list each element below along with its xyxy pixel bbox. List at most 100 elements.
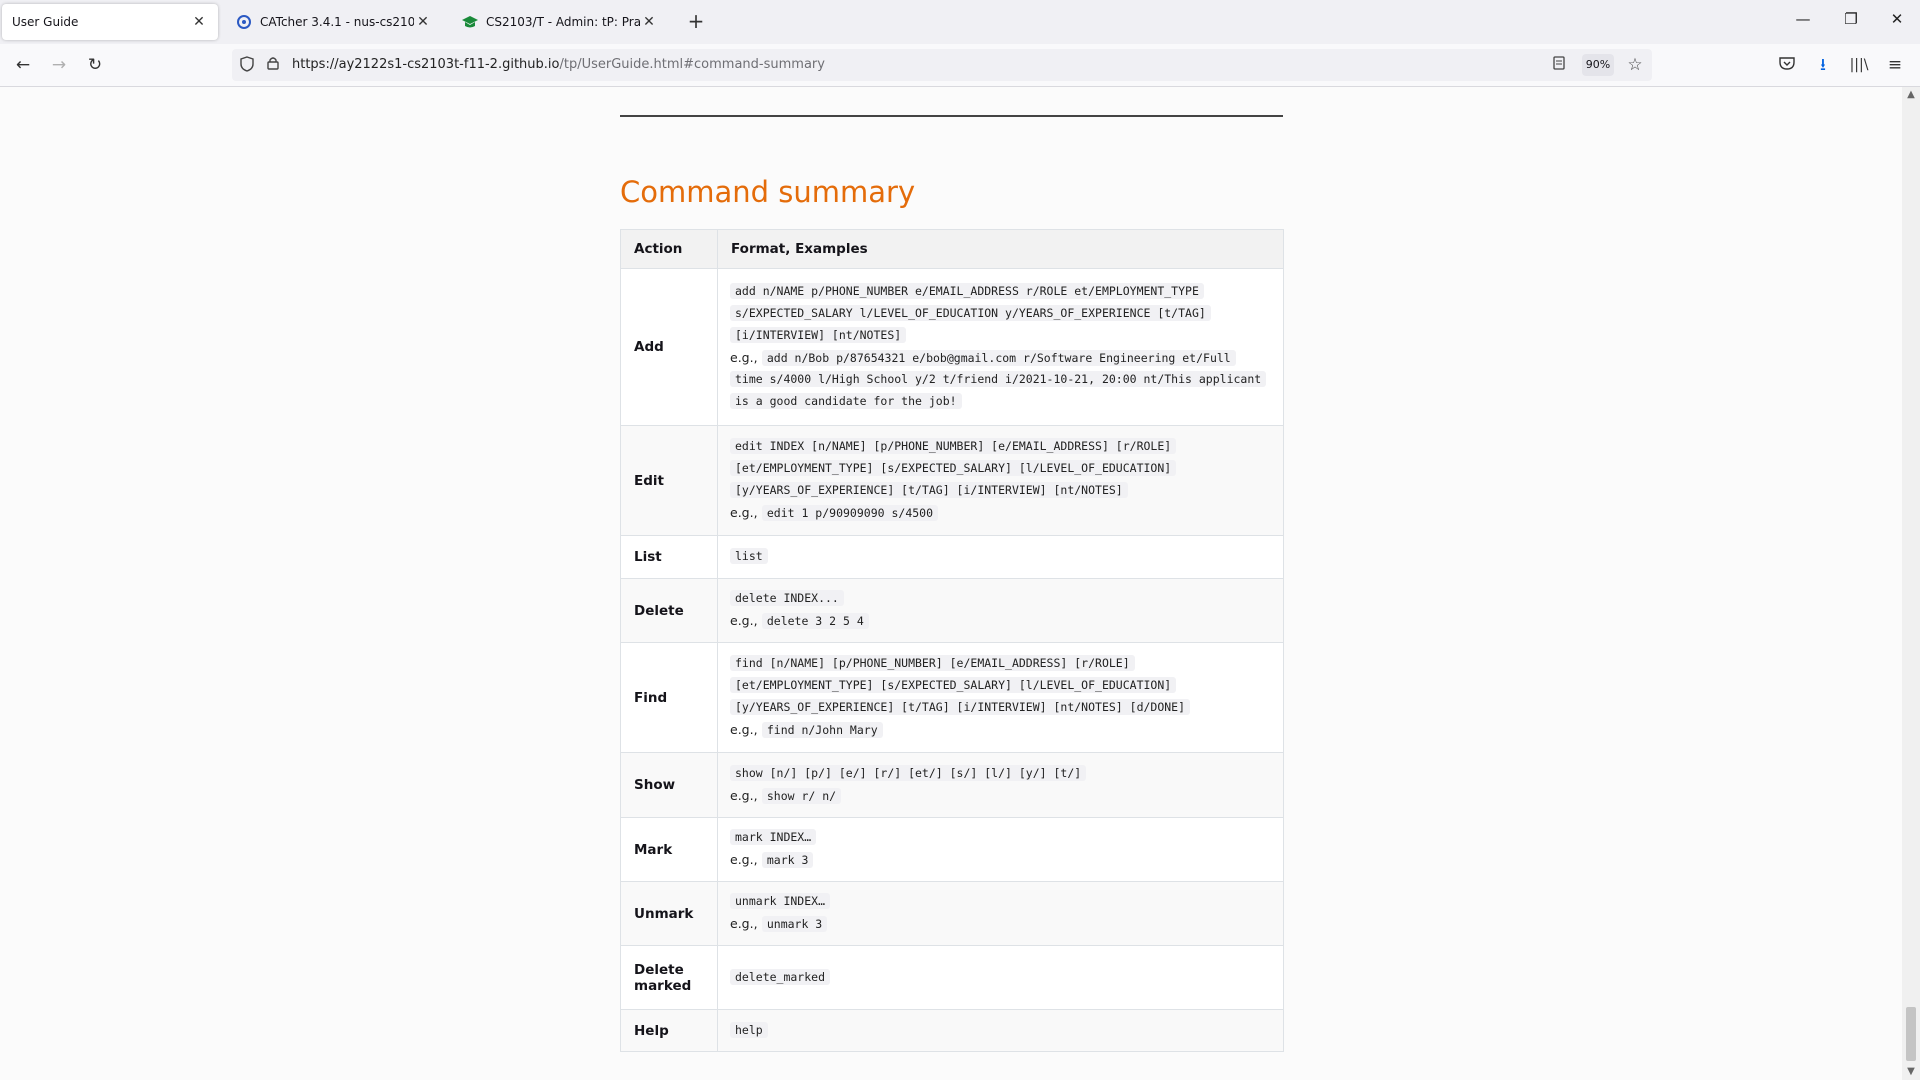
window-close-icon[interactable]: ✕: [1882, 10, 1912, 34]
example-label: e.g.,: [730, 349, 758, 365]
address-bar[interactable]: https://ay2122s1-cs2103t-f11-2.github.io…: [232, 49, 1652, 81]
command-format-code: [et/EMPLOYMENT_TYPE] [s/EXPECTED_SALARY]…: [730, 460, 1177, 477]
command-format-code: delete INDEX...: [730, 590, 844, 607]
forward-arrow-icon[interactable]: →: [46, 53, 72, 77]
table-row: Delete marked delete_marked: [620, 945, 1284, 1010]
url-path: /tp/UserGuide.html#command-summary: [559, 57, 825, 72]
scroll-up-arrow-icon[interactable]: ▲: [1902, 87, 1920, 103]
format-cell: delete INDEX... e.g., delete 3 2 5 4: [717, 578, 1284, 643]
close-icon[interactable]: ✕: [640, 14, 658, 30]
format-cell: add n/NAME p/PHONE_NUMBER e/EMAIL_ADDRES…: [717, 268, 1284, 426]
command-format-code: delete_marked: [730, 968, 831, 985]
command-example-code: is a good candidate for the job!: [730, 393, 962, 410]
table-row: Edit edit INDEX [n/NAME] [p/PHONE_NUMBER]…: [620, 425, 1284, 536]
table-row: Show show [n/] [p/] [e/] [r/] [et/] [s/] …: [620, 752, 1284, 818]
command-format-code: mark INDEX…: [730, 829, 817, 846]
command-format-code: [et/EMPLOYMENT_TYPE] [s/EXPECTED_SALARY]…: [730, 677, 1177, 694]
action-cell: Add: [620, 268, 718, 426]
new-tab-plus-icon[interactable]: +: [684, 10, 708, 34]
column-header-action: Action: [620, 229, 718, 269]
url-host: https://ay2122s1-cs2103t-f11-2.github.io: [292, 57, 560, 72]
close-icon[interactable]: ✕: [414, 14, 432, 30]
command-example-code: show r/ n/: [761, 787, 842, 804]
command-format-code: list: [730, 548, 768, 565]
reload-icon[interactable]: ↻: [82, 53, 108, 77]
catcher-favicon-icon: [236, 14, 252, 30]
table-body: Add add n/NAME p/PHONE_NUMBER e/EMAIL_ADD…: [620, 268, 1284, 1052]
format-cell: help: [717, 1009, 1284, 1052]
action-cell: Show: [620, 752, 718, 818]
library-icon[interactable]: |||\: [1846, 53, 1872, 77]
lock-icon[interactable]: [264, 56, 282, 74]
format-cell: list: [717, 535, 1284, 579]
tab-label: CS2103/T - Admin: tP: Practical: [486, 15, 640, 29]
table-row: List list: [620, 535, 1284, 579]
action-cell: Delete marked: [620, 945, 718, 1010]
shield-icon[interactable]: [238, 56, 256, 74]
scroll-down-arrow-icon[interactable]: ▼: [1902, 1064, 1920, 1080]
action-cell: Unmark: [620, 881, 718, 946]
command-example-code: find n/John Mary: [761, 721, 883, 738]
star-bookmark-icon[interactable]: ☆: [1626, 56, 1644, 74]
format-cell: mark INDEX… e.g., mark 3: [717, 817, 1284, 882]
command-format-code: unmark INDEX…: [730, 893, 831, 910]
format-cell: unmark INDEX… e.g., unmark 3: [717, 881, 1284, 946]
table-row: Mark mark INDEX… e.g., mark 3: [620, 817, 1284, 882]
format-cell: edit INDEX [n/NAME] [p/PHONE_NUMBER] [e/…: [717, 425, 1284, 536]
tab-catcher[interactable]: CATcher 3.4.1 - nus-cs2103-AY2 ✕: [226, 4, 442, 40]
table-row: Find find [n/NAME] [p/PHONE_NUMBER] [e/EM…: [620, 642, 1284, 753]
format-cell: show [n/] [p/] [e/] [r/] [et/] [s/] [l/]…: [717, 752, 1284, 818]
pocket-icon[interactable]: [1774, 53, 1800, 77]
command-format-code: s/EXPECTED_SALARY l/LEVEL_OF_EDUCATION y…: [730, 304, 1211, 321]
restore-icon[interactable]: ❐: [1836, 10, 1866, 34]
command-summary-table: Action Format, Examples Add add n/NAME p/…: [620, 229, 1284, 1052]
command-example-code: mark 3: [761, 852, 814, 868]
command-example-code: add n/Bob p/87654321 e/bob@gmail.com r/S…: [761, 349, 1236, 366]
command-format-code: [i/INTERVIEW] [nt/NOTES]: [730, 326, 907, 343]
menu-icon[interactable]: ≡: [1882, 53, 1908, 77]
vertical-scrollbar[interactable]: ▲ ▼: [1902, 87, 1920, 1080]
command-example-code: time s/4000 l/High School y/2 t/friend i…: [730, 371, 1267, 388]
table-header-row: Action Format, Examples: [620, 229, 1284, 269]
command-format-code: [y/YEARS_OF_EXPERIENCE] [t/TAG] [i/INTER…: [730, 482, 1128, 498]
action-cell: Find: [620, 642, 718, 753]
column-header-format: Format, Examples: [717, 229, 1284, 269]
command-format-code: [y/YEARS_OF_EXPERIENCE] [t/TAG] [i/INTER…: [730, 699, 1191, 715]
page-content: Command summary Action Format, Examples …: [0, 87, 1902, 1080]
action-cell: Edit: [620, 425, 718, 536]
scrollbar-thumb[interactable]: [1906, 1007, 1916, 1061]
table-row: Add add n/NAME p/PHONE_NUMBER e/EMAIL_ADD…: [620, 268, 1284, 426]
command-example-code: unmark 3: [761, 916, 828, 932]
action-cell: List: [620, 535, 718, 579]
table-row: Delete delete INDEX... e.g., delete 3 2 5 …: [620, 578, 1284, 643]
command-format-code: help: [730, 1021, 768, 1038]
example-label: e.g.,: [730, 613, 758, 628]
close-icon[interactable]: ✕: [190, 14, 208, 30]
zoom-level-button[interactable]: 90%: [1582, 54, 1614, 76]
example-label: e.g.,: [730, 504, 758, 520]
tab-cs2103-admin[interactable]: CS2103/T - Admin: tP: Practical ✕: [452, 4, 668, 40]
tab-label: User Guide: [12, 15, 79, 29]
minimize-icon[interactable]: —: [1788, 10, 1818, 34]
url-text[interactable]: https://ay2122s1-cs2103t-f11-2.github.io…: [292, 57, 825, 72]
section-divider: [620, 115, 1283, 117]
command-format-code: add n/NAME p/PHONE_NUMBER e/EMAIL_ADDRES…: [730, 283, 1204, 300]
tab-user-guide[interactable]: User Guide ✕: [2, 4, 218, 40]
download-icon[interactable]: ⭳: [1810, 53, 1836, 77]
table-row: Help help: [620, 1009, 1284, 1052]
command-example-code: delete 3 2 5 4: [761, 613, 869, 629]
tab-label: CATcher 3.4.1 - nus-cs2103-AY2: [260, 15, 414, 29]
example-label: e.g.,: [730, 721, 758, 737]
example-label: e.g.,: [730, 852, 758, 867]
table-row: Unmark unmark INDEX… e.g., unmark 3: [620, 881, 1284, 946]
graduation-cap-icon: [462, 14, 478, 30]
command-format-code: edit INDEX [n/NAME] [p/PHONE_NUMBER] [e/…: [730, 438, 1177, 455]
example-label: e.g.,: [730, 916, 758, 931]
action-cell: Delete: [620, 578, 718, 643]
back-arrow-icon[interactable]: ←: [10, 53, 36, 77]
action-cell: Help: [620, 1009, 718, 1052]
reader-view-icon[interactable]: [1550, 56, 1568, 74]
format-cell: find [n/NAME] [p/PHONE_NUMBER] [e/EMAIL_…: [717, 642, 1284, 753]
action-cell: Mark: [620, 817, 718, 882]
command-format-code: find [n/NAME] [p/PHONE_NUMBER] [e/EMAIL_…: [730, 655, 1135, 672]
